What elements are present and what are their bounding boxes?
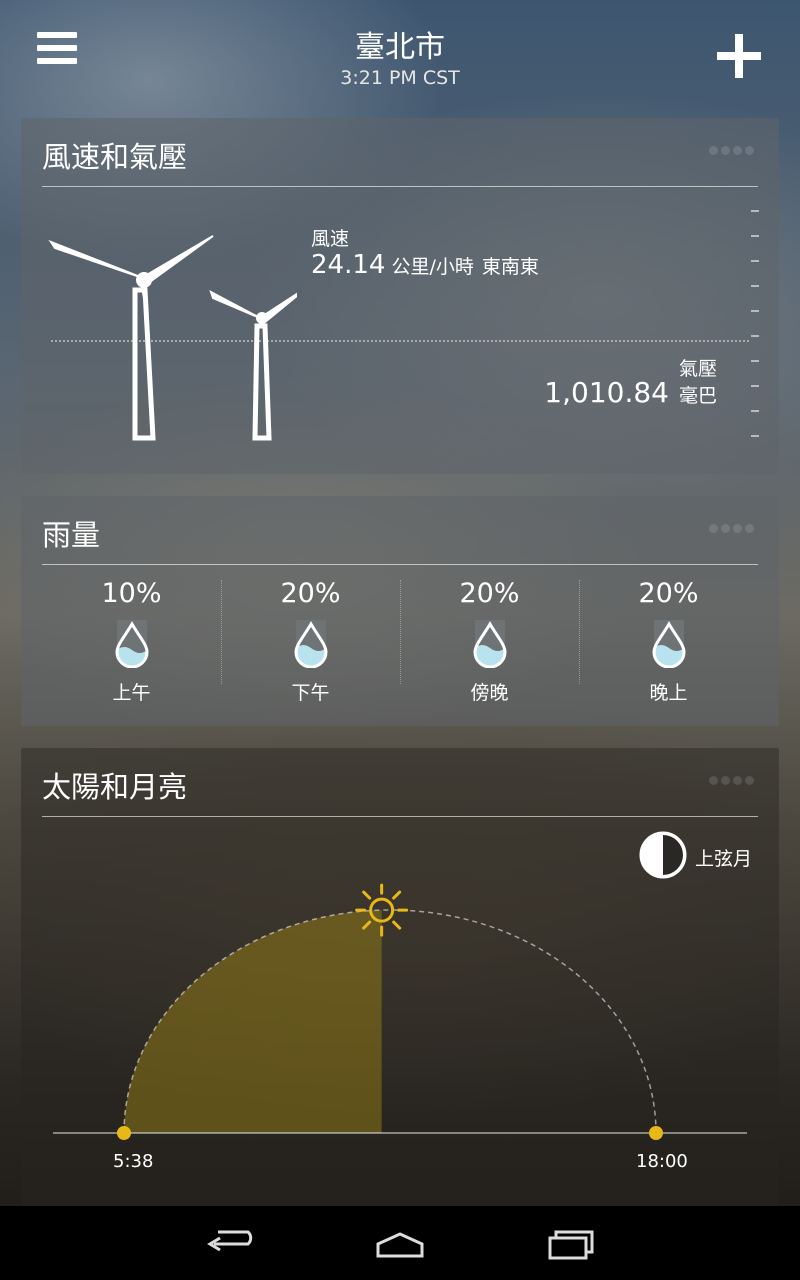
sun-moon-card: 太陽和月亮 上弦月 5:38 18:00: [21, 748, 779, 1206]
raindrop-icon: [652, 620, 686, 668]
rain-chance: 20%: [638, 578, 699, 609]
moon-phase-label: 上弦月: [695, 848, 753, 870]
top-bar: 臺北市 3:21 PM CST: [0, 0, 800, 110]
card-deco-icon: [709, 140, 757, 160]
wind-turbine-icon: [48, 235, 297, 441]
local-time: 3:21 PM CST: [340, 67, 460, 89]
wind-speed-value: 24.14 公里/小時 東南東: [311, 250, 539, 280]
rain-period: 20% 晚上: [579, 576, 758, 706]
divider: [42, 816, 758, 817]
back-icon[interactable]: [200, 1222, 260, 1262]
rain-period-label: 傍晚: [470, 682, 509, 704]
raindrop-icon: [473, 620, 507, 668]
rain-chance: 20%: [280, 578, 341, 609]
divider: [42, 564, 758, 565]
pressure-scale: [751, 210, 759, 460]
add-icon[interactable]: [717, 34, 761, 78]
sunset-dot: [649, 1126, 663, 1140]
raindrop-icon: [294, 620, 328, 668]
rain-period: 10% 上午: [42, 576, 221, 706]
wind-speed-number: 24.14: [311, 250, 386, 280]
rain-period: 20% 傍晚: [400, 576, 579, 706]
card-deco-icon: [709, 518, 757, 538]
home-icon[interactable]: [370, 1222, 430, 1262]
pressure-value: 1,010.84 毫巴: [544, 376, 717, 409]
rain-card-title: 雨量: [42, 518, 101, 552]
recents-icon[interactable]: [540, 1222, 600, 1262]
pressure-unit: 毫巴: [678, 385, 717, 407]
rain-period-label: 上午: [112, 682, 151, 704]
wind-speed-unit: 公里/小時: [391, 256, 474, 278]
pressure-number: 1,010.84: [544, 376, 669, 409]
wind-card-title: 風速和氣壓: [42, 140, 188, 174]
rain-period-label: 下午: [291, 682, 330, 704]
city-name: 臺北市: [355, 30, 445, 65]
raindrop-icon: [115, 620, 149, 668]
system-nav-bar: [0, 1206, 800, 1280]
rain-chance: 20%: [459, 578, 520, 609]
rain-chance: 10%: [101, 578, 162, 609]
sunset-time: 18:00: [636, 1151, 688, 1172]
wind-pressure-card: 風速和氣壓 風速 24.14 公里/小時 東南東 氣壓 1,010.84 毫巴: [21, 118, 779, 474]
sun-card-title: 太陽和月亮: [42, 770, 188, 804]
divider: [42, 186, 758, 187]
sunrise-dot: [117, 1126, 131, 1140]
card-deco-icon: [709, 770, 757, 790]
rain-periods: 10% 上午 20% 下午 20% 傍晚 20% 晚上: [42, 576, 758, 706]
precipitation-card: 雨量 10% 上午 20% 下午 20% 傍晚 20% 晚上: [21, 496, 779, 726]
daylight-area: [124, 910, 382, 1133]
wind-speed-label: 風速: [311, 228, 350, 250]
sunrise-time: 5:38: [113, 1151, 154, 1172]
rain-period: 20% 下午: [221, 576, 400, 706]
wind-direction: 東南東: [481, 256, 539, 278]
rain-period-label: 晚上: [649, 682, 688, 704]
